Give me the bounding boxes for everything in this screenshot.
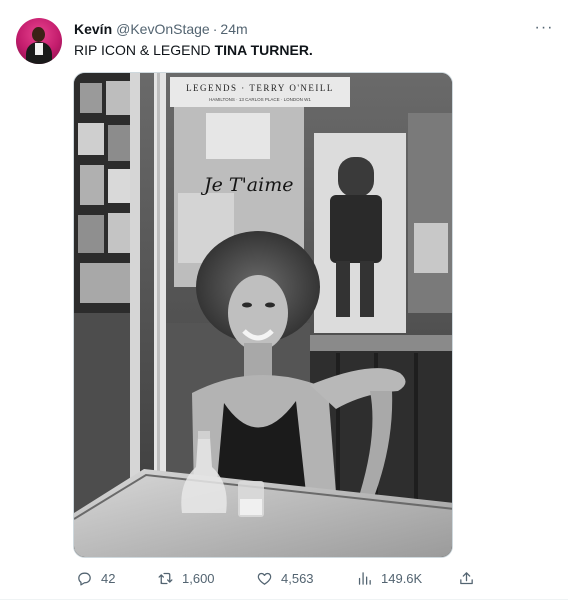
tweet-photo[interactable]: LEGENDS · TERRY O'NEILL HAMILTONS · 13 C… [73, 72, 453, 558]
avatar[interactable] [16, 18, 62, 64]
tweet-header: Kevín @KevOnStage · 24m [74, 20, 248, 38]
photo-illustration: LEGENDS · TERRY O'NEILL HAMILTONS · 13 C… [74, 73, 452, 557]
tweet[interactable]: Kevín @KevOnStage · 24m ··· RIP ICON & L… [0, 0, 568, 600]
views-count: 149.6K [381, 570, 423, 586]
avatar-shirt [35, 43, 43, 55]
retweet-button[interactable]: 1,600 [157, 566, 215, 590]
retweet-count: 1,600 [182, 570, 215, 586]
avatar-head [32, 27, 45, 42]
views-button[interactable]: 149.6K [356, 566, 422, 590]
tweet-text-bold: TINA TURNER. [214, 42, 313, 58]
retweet-arrows-icon [158, 572, 173, 584]
reply-button[interactable]: 42 [76, 566, 115, 590]
tweet-actions: 42 1,600 4,563 149.6K [72, 566, 482, 590]
poster-subtitle: HAMILTONS · 13 CARLOS PLACE · LONDON W1 [209, 97, 311, 102]
like-count: 4,563 [281, 570, 314, 586]
poster-title: LEGENDS · TERRY O'NEILL [186, 83, 334, 93]
author-handle[interactable]: @KevOnStage [116, 21, 210, 37]
tweet-text: RIP ICON & LEGEND TINA TURNER. [74, 42, 313, 58]
graffiti-text: Je T'aime [200, 174, 293, 196]
reply-count: 42 [101, 570, 116, 586]
reply-bubble-icon [78, 572, 91, 586]
tweet-timestamp[interactable]: 24m [220, 21, 247, 37]
bar-chart-icon [358, 571, 371, 585]
share-upload-icon [460, 571, 473, 584]
tweet-text-prefix: RIP ICON & LEGEND [74, 42, 215, 58]
like-button[interactable]: 4,563 [256, 566, 314, 590]
heart-icon [257, 572, 272, 585]
share-button[interactable] [458, 566, 475, 590]
more-options-icon[interactable]: ··· [534, 19, 554, 36]
author-name[interactable]: Kevín [74, 21, 112, 37]
separator-dot: · [212, 21, 218, 37]
